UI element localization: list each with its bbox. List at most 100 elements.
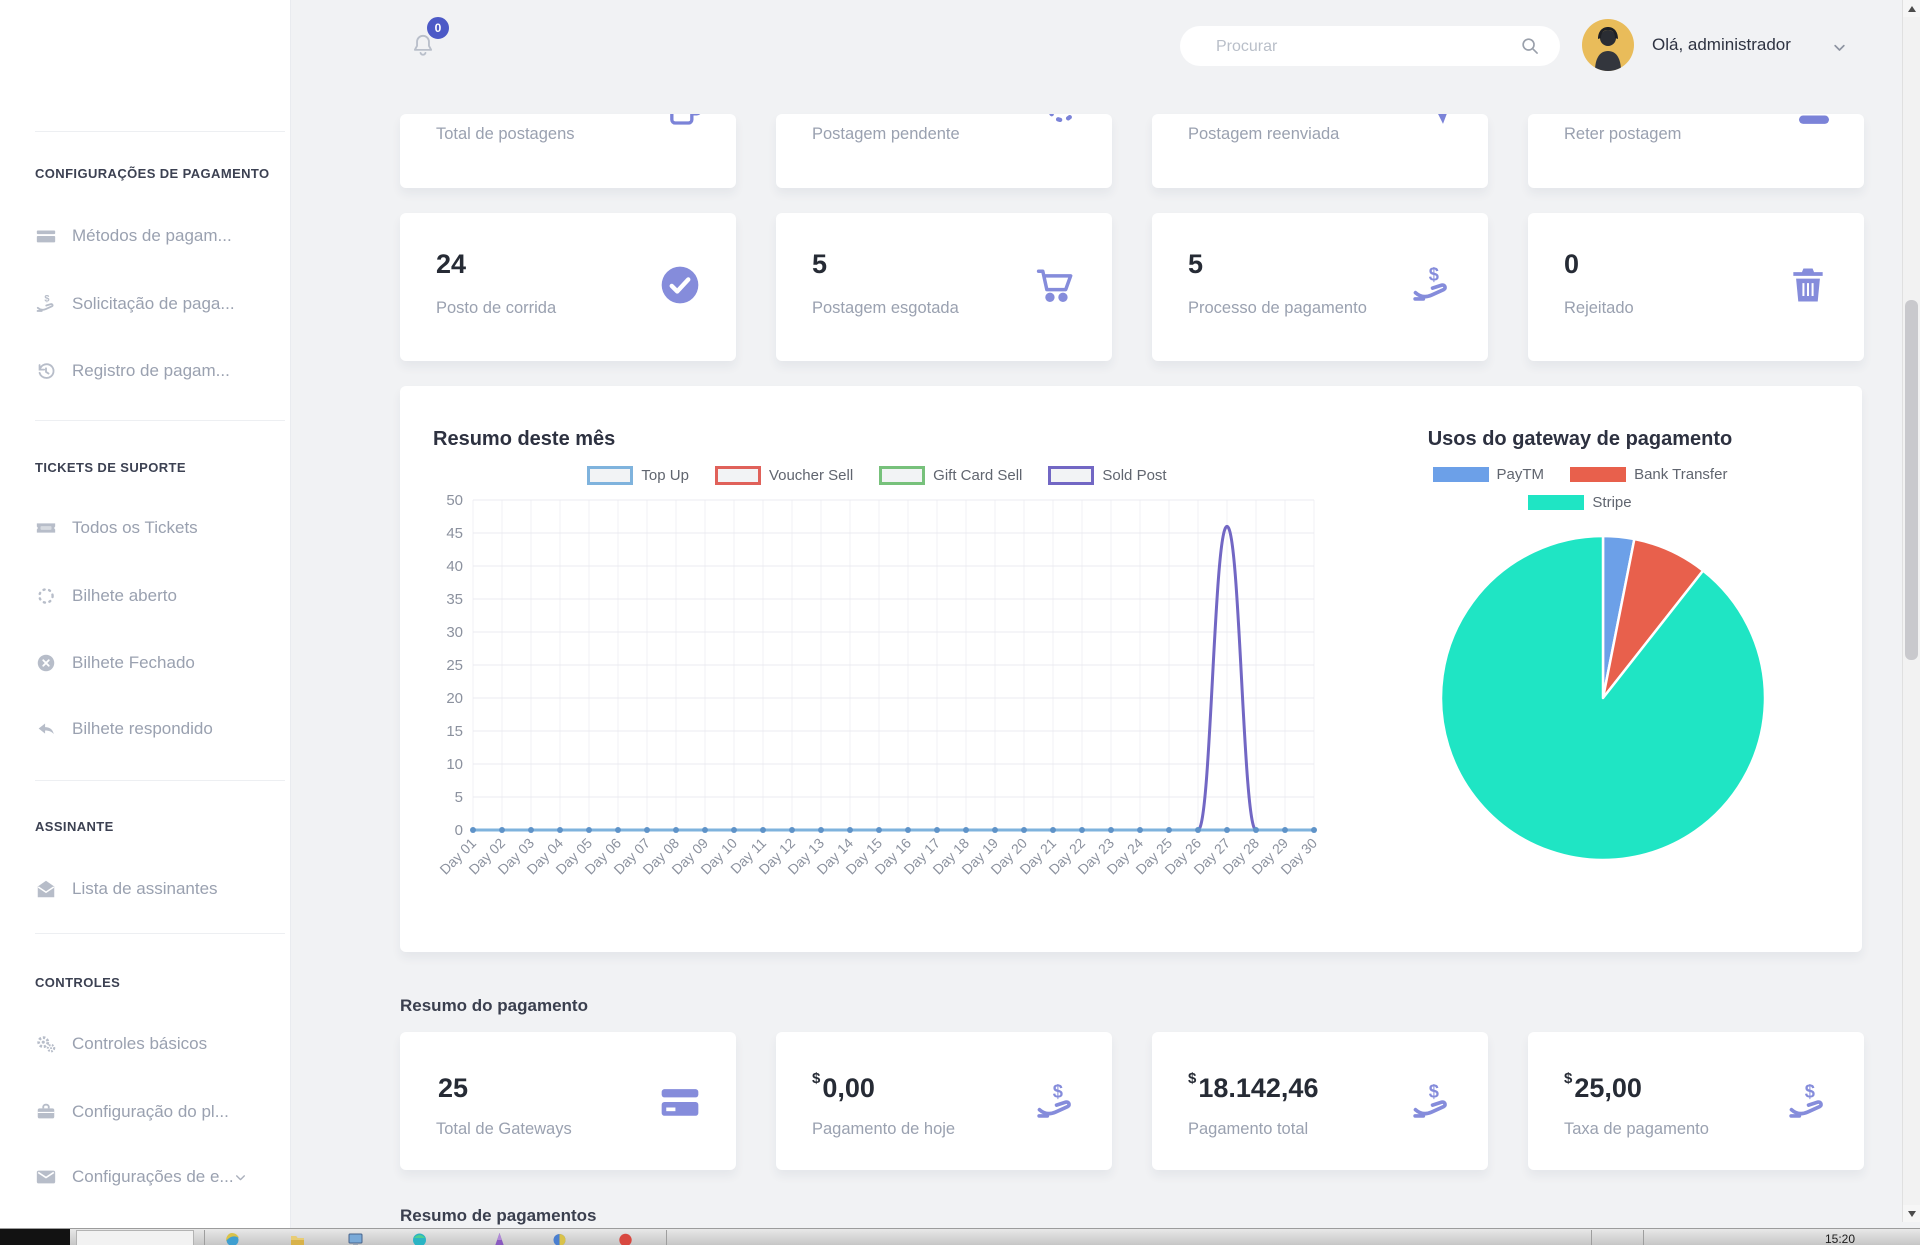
taskbar-icon-app-red[interactable] (618, 1232, 633, 1245)
stat-value: 0 (1564, 249, 1579, 280)
legend-swatch (587, 466, 633, 485)
envelope-open-icon (35, 878, 57, 900)
taskbar-separator (1591, 1230, 1592, 1245)
user-avatar[interactable] (1582, 19, 1634, 71)
credit-card-icon (658, 1080, 702, 1124)
line-chart: Day 01Day 02Day 03Day 04Day 05Day 06Day … (410, 490, 1350, 940)
check-circle-icon (658, 263, 702, 307)
sidebar-item-label: Solicitação de paga... (72, 294, 235, 314)
sidebar-item-all-tickets[interactable]: Todos os Tickets (35, 515, 275, 541)
svg-text:40: 40 (446, 558, 463, 575)
stat-card-payment-process: 5 Processo de pagamento $ (1152, 213, 1488, 361)
sidebar-section-payment-settings: CONFIGURAÇÕES DE PAGAMENTO (35, 166, 270, 181)
sidebar-item-answered-ticket[interactable]: Bilhete respondido (35, 716, 275, 742)
stat-label: Rejeitado (1564, 299, 1634, 318)
svg-text:$: $ (1053, 1080, 1063, 1101)
svg-text:$: $ (1429, 263, 1439, 284)
taskbar-icon-app-teal[interactable] (412, 1232, 427, 1245)
stat-value: $25,00 (1564, 1070, 1642, 1104)
currency-symbol: $ (812, 1070, 820, 1087)
sidebar-item-label: Lista de assinantes (72, 879, 218, 899)
legend-item-paytm[interactable]: PayTM (1433, 466, 1545, 483)
stat-card-label: Postagem pendente (812, 125, 960, 144)
cart-icon (1034, 263, 1078, 307)
sidebar-item-label: Bilhete respondido (72, 719, 213, 739)
legend-label: Top Up (641, 467, 689, 484)
currency-symbol: $ (1564, 1070, 1572, 1087)
stat-card-label: Total de postagens (436, 125, 575, 144)
taskbar-icon-browser[interactable] (225, 1232, 240, 1245)
stat-value: 24 (436, 249, 466, 280)
sidebar-item-plugin-config[interactable]: Configuração do pl... (35, 1099, 275, 1125)
legend-label: Voucher Sell (769, 467, 853, 484)
taskbar-start-button[interactable] (76, 1230, 194, 1245)
taskbar-clock[interactable]: 15:20 (1790, 1232, 1890, 1245)
taskbar-separator (204, 1230, 205, 1245)
svg-text:20: 20 (446, 690, 463, 707)
stat-value: $18.142,46 (1188, 1070, 1318, 1104)
stat-value: $0,00 (812, 1070, 875, 1104)
payment-summary-heading: Resumo do pagamento (400, 996, 588, 1016)
sidebar-item-email-settings[interactable]: Configurações de e... (35, 1164, 275, 1190)
chevron-down-icon[interactable] (1832, 40, 1847, 55)
sidebar-item-closed-ticket[interactable]: Bilhete Fechado (35, 650, 275, 676)
legend-item-sold-post[interactable]: Sold Post (1048, 466, 1166, 485)
scrollbar-thumb[interactable] (1905, 300, 1918, 660)
svg-text:$: $ (44, 294, 49, 304)
stat-card-rejected: 0 Rejeitado (1528, 213, 1864, 361)
user-greeting[interactable]: Olá, administrador (1652, 35, 1791, 55)
taskbar-icon-app-purple[interactable] (492, 1232, 507, 1245)
sidebar-divider (35, 420, 285, 421)
legend-item-top-up[interactable]: Top Up (587, 466, 689, 485)
line-chart-title: Resumo deste mês (433, 428, 615, 451)
ticket-icon (35, 517, 57, 539)
sidebar: CONFIGURAÇÕES DE PAGAMENTO Métodos de pa… (0, 0, 291, 1228)
sidebar-item-subscriber-list[interactable]: Lista de assinantes (35, 876, 275, 902)
legend-label: Gift Card Sell (933, 467, 1022, 484)
browser-scrollbar (1902, 0, 1920, 1222)
sidebar-item-basic-controls[interactable]: Controles básicos (35, 1031, 275, 1057)
legend-label: PayTM (1497, 466, 1545, 483)
legend-item-gift-card-sell[interactable]: Gift Card Sell (879, 466, 1022, 485)
search-input[interactable] (1214, 26, 1508, 68)
svg-text:0: 0 (455, 822, 463, 839)
sidebar-item-label: Registro de pagam... (72, 361, 230, 381)
charts-panel: Resumo deste mês Top Up Voucher Sell Gift … (400, 386, 1862, 952)
stat-card-label: Reter postagem (1564, 125, 1681, 144)
payment-card-today: $0,00 Pagamento de hoje $ (776, 1032, 1112, 1170)
stat-value: 5 (812, 249, 827, 280)
sidebar-item-payment-methods[interactable]: Métodos de pagam... (35, 223, 275, 249)
legend-swatch (1528, 495, 1584, 510)
stat-card-pending-post: Postagem pendente (776, 114, 1112, 188)
payment-card-total-gateways: 25 Total de Gateways (400, 1032, 736, 1170)
stat-card-resent-post: Postagem reenviada (1152, 114, 1488, 188)
legend-item-bank-transfer[interactable]: Bank Transfer (1570, 466, 1727, 483)
taskbar-icon-computer[interactable] (348, 1232, 363, 1245)
scroll-down-arrow[interactable] (1903, 1205, 1920, 1222)
legend-item-stripe[interactable]: Stripe (1528, 494, 1631, 511)
scroll-up-arrow[interactable] (1903, 0, 1920, 17)
sidebar-item-payment-request[interactable]: $ Solicitação de paga... (35, 291, 275, 317)
hand-dollar-icon: $ (1786, 1080, 1830, 1124)
stat-value: 25 (436, 1070, 468, 1104)
taskbar-separator (666, 1230, 667, 1245)
stat-card-total-posts: Total de postagens (400, 114, 736, 188)
hold-icon (1794, 114, 1834, 128)
stat-label: Pagamento total (1188, 1120, 1308, 1139)
sidebar-divider (35, 131, 285, 132)
sidebar-item-label: Configurações de e... (72, 1167, 234, 1187)
taskbar-icon-folder[interactable] (290, 1232, 305, 1245)
sidebar-item-payment-log[interactable]: Registro de pagam... (35, 358, 275, 384)
legend-item-voucher-sell[interactable]: Voucher Sell (715, 466, 853, 485)
svg-text:35: 35 (446, 591, 463, 608)
chevron-down-icon (234, 1171, 247, 1184)
hand-dollar-icon: $ (1034, 1080, 1078, 1124)
sidebar-item-open-ticket[interactable]: Bilhete aberto (35, 583, 275, 609)
taskbar-icon-globe[interactable] (552, 1232, 567, 1245)
sidebar-divider (35, 780, 285, 781)
stat-label: Total de Gateways (436, 1120, 572, 1139)
currency-symbol: $ (1188, 1070, 1196, 1087)
pie-chart-title: Usos do gateway de pagamento (1360, 428, 1800, 451)
pie-slice-stripe[interactable] (1441, 536, 1765, 860)
search-icon[interactable] (1520, 36, 1540, 56)
